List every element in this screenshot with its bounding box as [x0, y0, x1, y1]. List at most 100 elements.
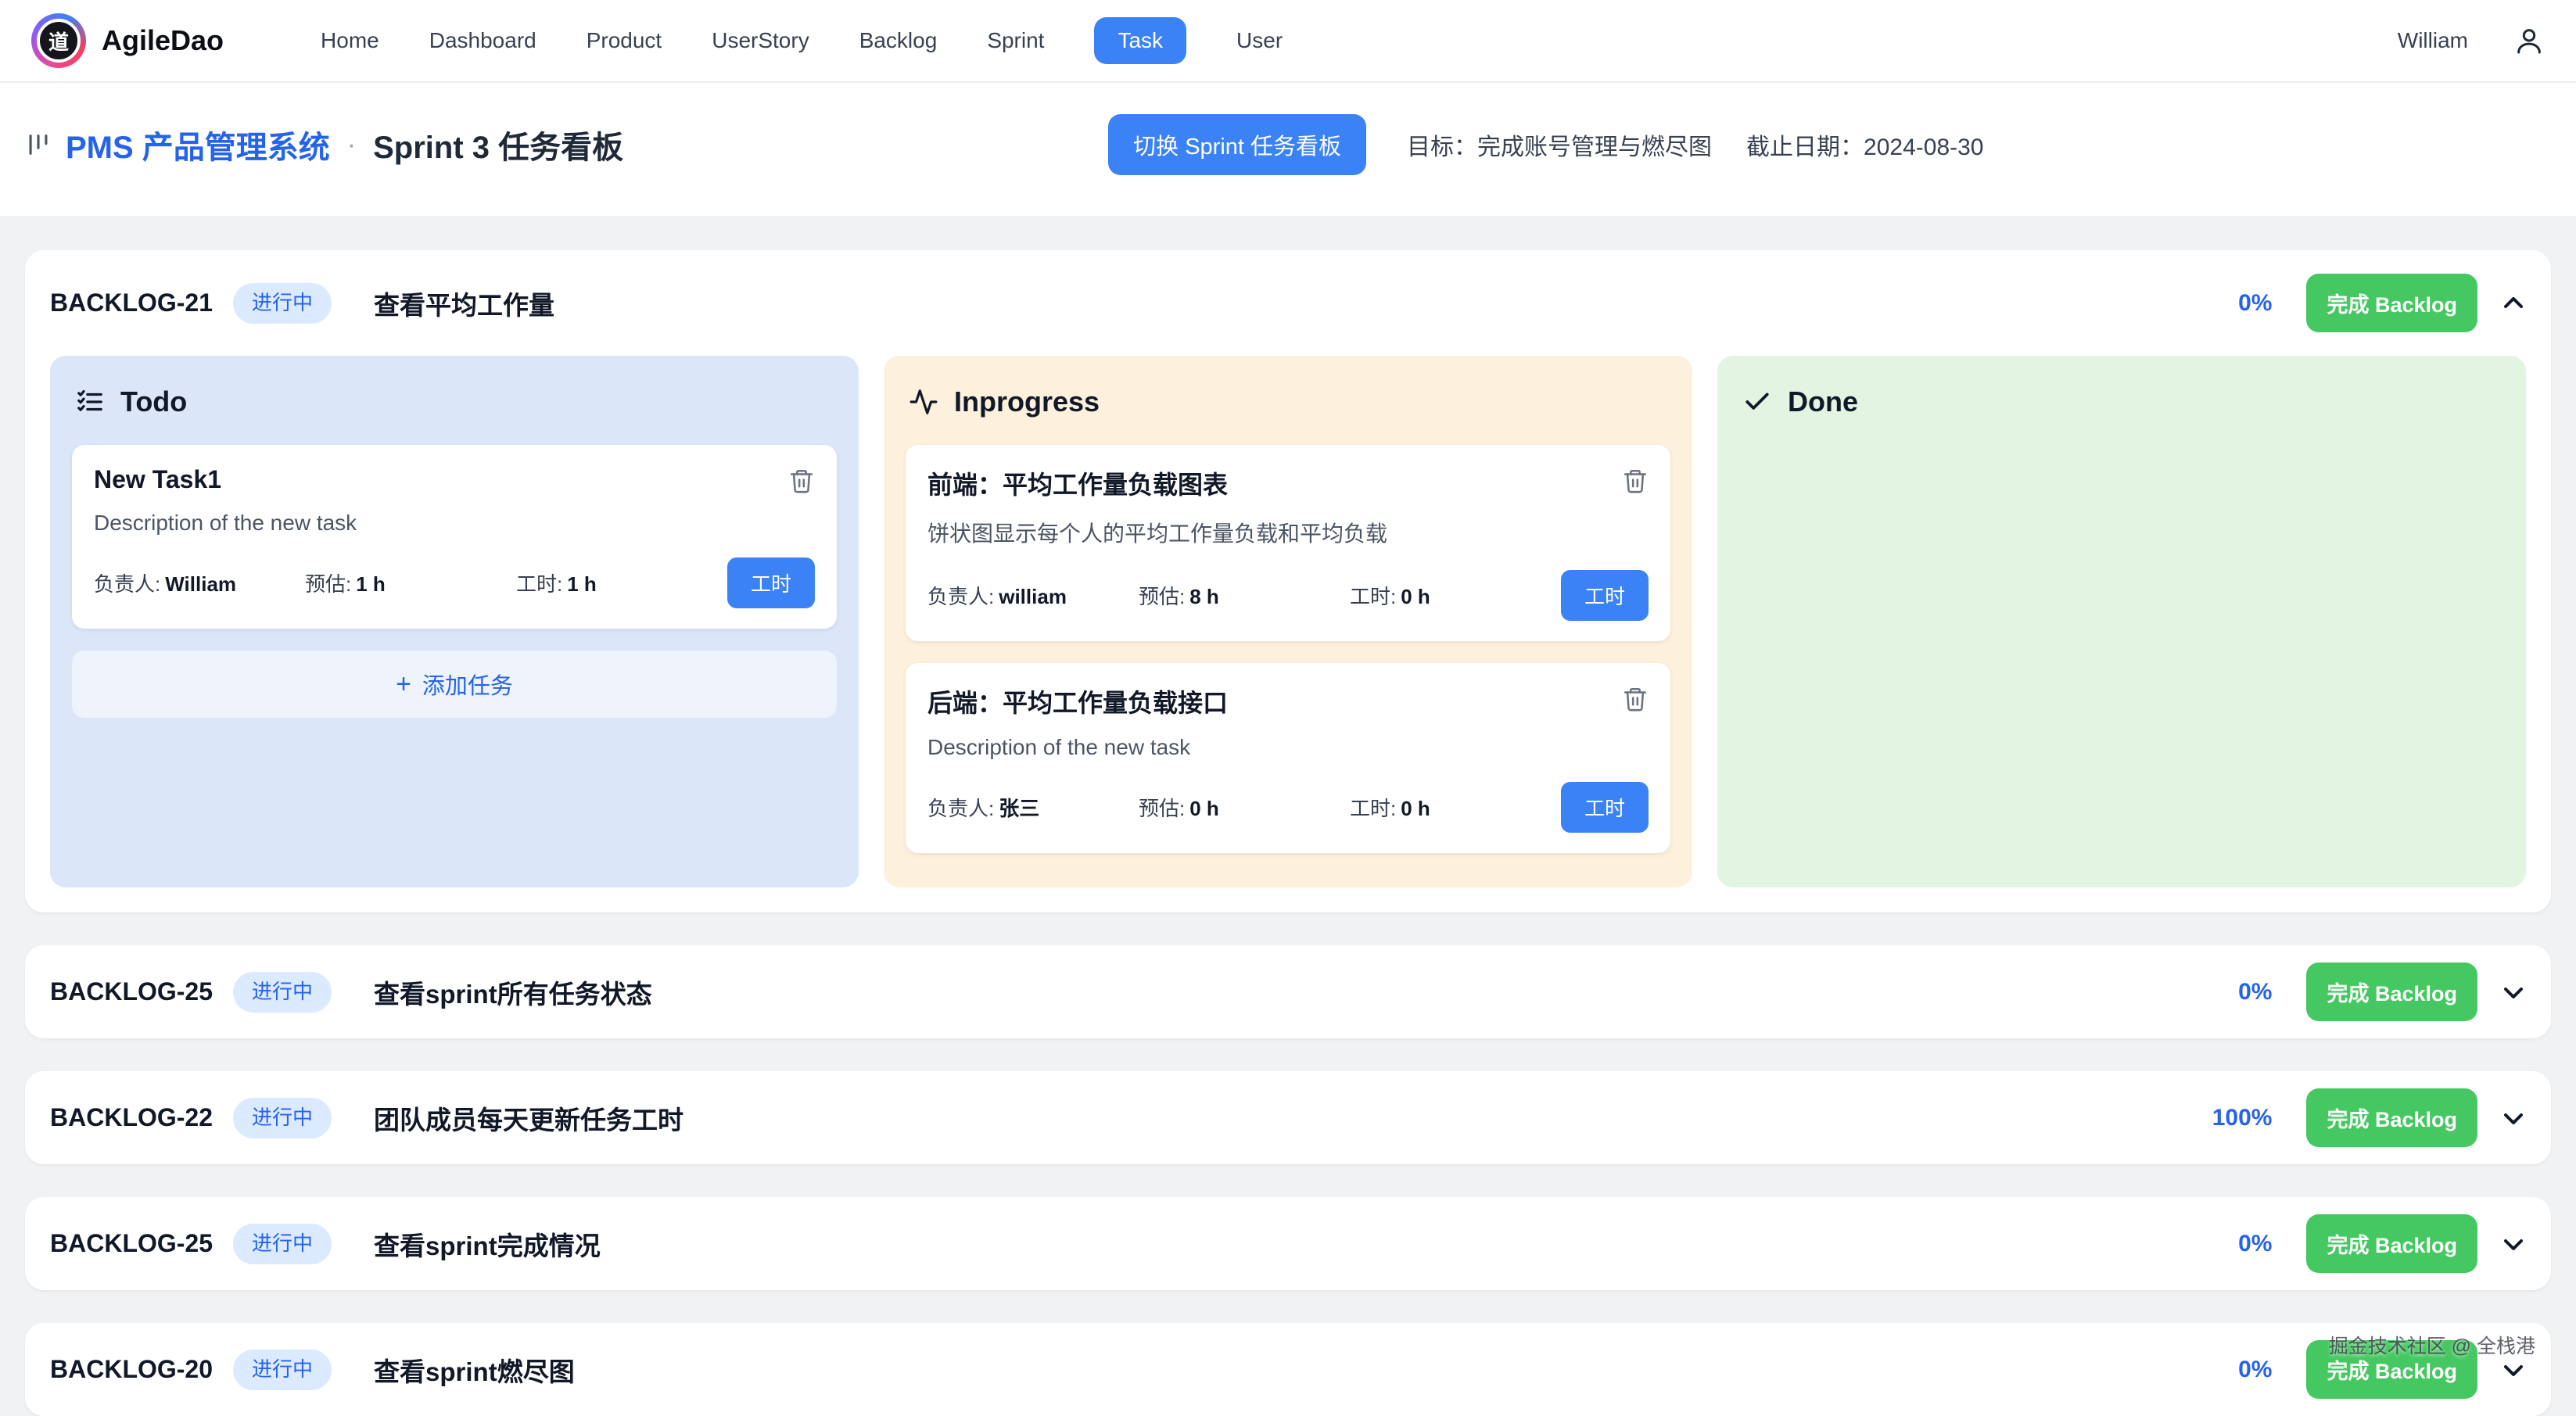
column-title: Done [1788, 385, 1858, 418]
column-todo: Todo New Task1 Description of the new ta… [50, 356, 859, 887]
progress-percent: 0% [2238, 979, 2272, 1006]
task-estimate: 预估:1 h [305, 568, 516, 597]
breadcrumb-separator: · [347, 130, 356, 160]
chevron-down-icon[interactable] [2501, 980, 2526, 1005]
task-assignee: 负责人:张三 [927, 793, 1139, 822]
backlog-title: 查看sprint所有任务状态 [374, 973, 652, 1011]
column-title: Inprogress [954, 385, 1100, 418]
backlog-id: BACKLOG-20 [50, 1355, 213, 1384]
backlog-id: BACKLOG-25 [50, 1229, 213, 1258]
task-estimate: 预估:0 h [1139, 793, 1350, 822]
nav-task[interactable]: Task [1094, 17, 1186, 64]
backlog-title: 查看sprint完成情况 [374, 1225, 601, 1263]
delete-task-icon[interactable] [1622, 683, 1649, 713]
switch-sprint-board-button[interactable]: 切换 Sprint 任务看板 [1108, 114, 1366, 175]
chevron-down-icon[interactable] [2501, 1231, 2526, 1256]
task-hours: 工时:1 h [516, 568, 727, 597]
kanban-board: Todo New Task1 Description of the new ta… [50, 356, 2526, 887]
backlog-id: BACKLOG-22 [50, 1103, 213, 1132]
nav-links: Home Dashboard Product UserStory Backlog… [321, 17, 1283, 64]
task-title: New Task1 [94, 465, 221, 494]
navbar: 道 AgileDao Home Dashboard Product UserSt… [0, 0, 2576, 83]
watermark: 掘金技术社区 @ 全栈港 [2329, 1331, 2535, 1359]
backlog-id: BACKLOG-21 [50, 289, 213, 317]
backlog-card-expanded: BACKLOG-21 进行中 查看平均工作量 0% 完成 Backlog Tod… [25, 250, 2551, 912]
nav-product[interactable]: Product [587, 28, 662, 53]
delete-task-icon[interactable] [788, 465, 815, 495]
log-hours-button[interactable]: 工时 [727, 557, 815, 608]
chevron-up-icon[interactable] [2501, 291, 2526, 316]
task-description: 饼状图显示每个人的平均工作量负载和平均负载 [927, 517, 1649, 548]
column-todo-header: Todo [75, 385, 834, 418]
task-description: Description of the new task [94, 511, 815, 536]
task-card[interactable]: 后端：平均工作量负载接口 Description of the new task… [906, 663, 1670, 853]
status-badge: 进行中 [233, 972, 332, 1013]
backlog-card-collapsed: BACKLOG-25 进行中 查看sprint所有任务状态 0% 完成 Back… [25, 945, 2551, 1038]
backlog-card-collapsed: BACKLOG-25 进行中 查看sprint完成情况 0% 完成 Backlo… [25, 1197, 2551, 1290]
column-title: Todo [120, 385, 187, 418]
page-title: Sprint 3 任务看板 [373, 122, 623, 167]
status-badge: 进行中 [233, 1350, 332, 1390]
task-assignee: 负责人:William [94, 568, 305, 597]
task-card[interactable]: New Task1 Description of the new task 负责… [72, 445, 837, 629]
delete-task-icon[interactable] [1622, 465, 1649, 495]
status-badge: 进行中 [233, 283, 332, 324]
status-badge: 进行中 [233, 1224, 332, 1264]
complete-backlog-button[interactable]: 完成 Backlog [2306, 1088, 2477, 1147]
nav-backlog[interactable]: Backlog [859, 28, 938, 53]
complete-backlog-button[interactable]: 完成 Backlog [2306, 963, 2477, 1021]
progress-percent: 0% [2238, 290, 2272, 317]
progress-percent: 0% [2238, 1357, 2272, 1383]
task-assignee: 负责人:william [927, 581, 1139, 610]
task-title: 前端：平均工作量负载图表 [927, 465, 1228, 501]
brand-name: AgileDao [102, 24, 224, 57]
user-profile-icon[interactable] [2513, 25, 2545, 56]
backlog-card-collapsed: BACKLOG-22 进行中 团队成员每天更新任务工时 100% 完成 Back… [25, 1071, 2551, 1164]
backlog-row-header[interactable]: BACKLOG-22 进行中 团队成员每天更新任务工时 100% 完成 Back… [50, 1088, 2526, 1147]
page-header: PMS 产品管理系统 · Sprint 3 任务看板 切换 Sprint 任务看… [0, 83, 2576, 216]
progress-percent: 0% [2238, 1231, 2272, 1257]
backlog-title: 查看平均工作量 [374, 285, 554, 322]
nav-user-area: William [2398, 25, 2545, 56]
nav-sprint[interactable]: Sprint [987, 28, 1044, 53]
backlog-card-collapsed: BACKLOG-20 进行中 查看sprint燃尽图 0% 完成 Backlog [25, 1323, 2551, 1416]
task-title: 后端：平均工作量负载接口 [927, 683, 1228, 719]
chevron-down-icon[interactable] [2501, 1106, 2526, 1131]
backlog-row-header[interactable]: BACKLOG-20 进行中 查看sprint燃尽图 0% 完成 Backlog [50, 1340, 2526, 1399]
chevron-down-icon[interactable] [2501, 1357, 2526, 1382]
kanban-board-icon [25, 131, 52, 158]
brand-logo[interactable]: 道 [31, 13, 86, 68]
task-estimate: 预估:8 h [1139, 581, 1350, 610]
activity-icon [909, 387, 938, 417]
progress-percent: 100% [2212, 1105, 2273, 1131]
column-done: Done [1717, 356, 2526, 887]
task-description: Description of the new task [927, 735, 1649, 760]
backlog-id: BACKLOG-25 [50, 977, 213, 1006]
nav-home[interactable]: Home [321, 28, 379, 53]
status-badge: 进行中 [233, 1098, 332, 1138]
backlog-row-header[interactable]: BACKLOG-21 进行中 查看平均工作量 0% 完成 Backlog [50, 274, 2526, 332]
log-hours-button[interactable]: 工时 [1561, 570, 1649, 621]
task-hours: 工时:0 h [1350, 581, 1561, 610]
complete-backlog-button[interactable]: 完成 Backlog [2306, 274, 2477, 332]
complete-backlog-button[interactable]: 完成 Backlog [2306, 1214, 2477, 1273]
todo-list-icon [75, 387, 105, 417]
sprint-goal: 目标：完成账号管理与燃尽图 [1407, 127, 1712, 162]
backlog-row-header[interactable]: BACKLOG-25 进行中 查看sprint所有任务状态 0% 完成 Back… [50, 963, 2526, 1021]
plus-icon: + [396, 671, 411, 697]
column-done-header: Done [1742, 385, 2501, 418]
brand-logo-glyph: 道 [37, 19, 81, 63]
backlog-row-header[interactable]: BACKLOG-25 进行中 查看sprint完成情况 0% 完成 Backlo… [50, 1214, 2526, 1273]
backlog-title: 查看sprint燃尽图 [374, 1351, 575, 1389]
column-inprogress: Inprogress 前端：平均工作量负载图表 饼状图显示每个人的平均工作量负载… [884, 356, 1692, 887]
nav-user[interactable]: User [1236, 28, 1283, 53]
add-task-button[interactable]: + 添加任务 [72, 651, 837, 718]
backlog-list: BACKLOG-21 进行中 查看平均工作量 0% 完成 Backlog Tod… [0, 216, 2576, 1416]
task-card[interactable]: 前端：平均工作量负载图表 饼状图显示每个人的平均工作量负载和平均负载 负责人:w… [906, 445, 1670, 641]
nav-userstory[interactable]: UserStory [712, 28, 809, 53]
log-hours-button[interactable]: 工时 [1561, 782, 1649, 833]
user-name: William [2398, 28, 2468, 53]
project-link[interactable]: PMS 产品管理系统 [66, 122, 330, 167]
column-inprogress-header: Inprogress [909, 385, 1667, 418]
nav-dashboard[interactable]: Dashboard [429, 28, 536, 53]
